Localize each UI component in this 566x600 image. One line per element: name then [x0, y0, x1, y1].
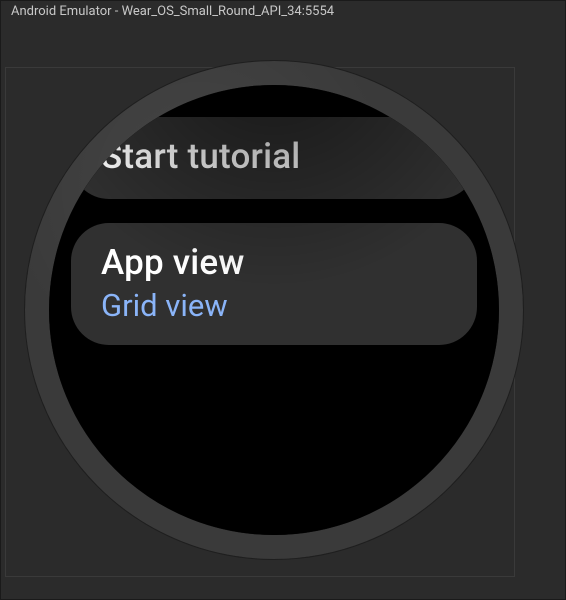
list-item-title: Start tutorial [101, 137, 447, 177]
emulator-stage: UIS Start tutorial App view Grid view [11, 31, 557, 591]
window-title: Android Emulator - Wear_OS_Small_Round_A… [1, 1, 565, 23]
settings-list[interactable]: UIS Start tutorial App view Grid view [49, 85, 499, 369]
watch-device: UIS Start tutorial App view Grid view [25, 61, 523, 559]
previous-section-peek: UIS [71, 85, 477, 95]
list-item-app-view[interactable]: App view Grid view [71, 223, 477, 345]
list-item-subtitle: Grid view [101, 288, 447, 324]
emulator-window: Android Emulator - Wear_OS_Small_Round_A… [0, 0, 566, 600]
list-item-start-tutorial[interactable]: Start tutorial [71, 117, 477, 199]
watch-screen[interactable]: UIS Start tutorial App view Grid view [49, 85, 499, 535]
list-item-title: App view [101, 243, 447, 283]
